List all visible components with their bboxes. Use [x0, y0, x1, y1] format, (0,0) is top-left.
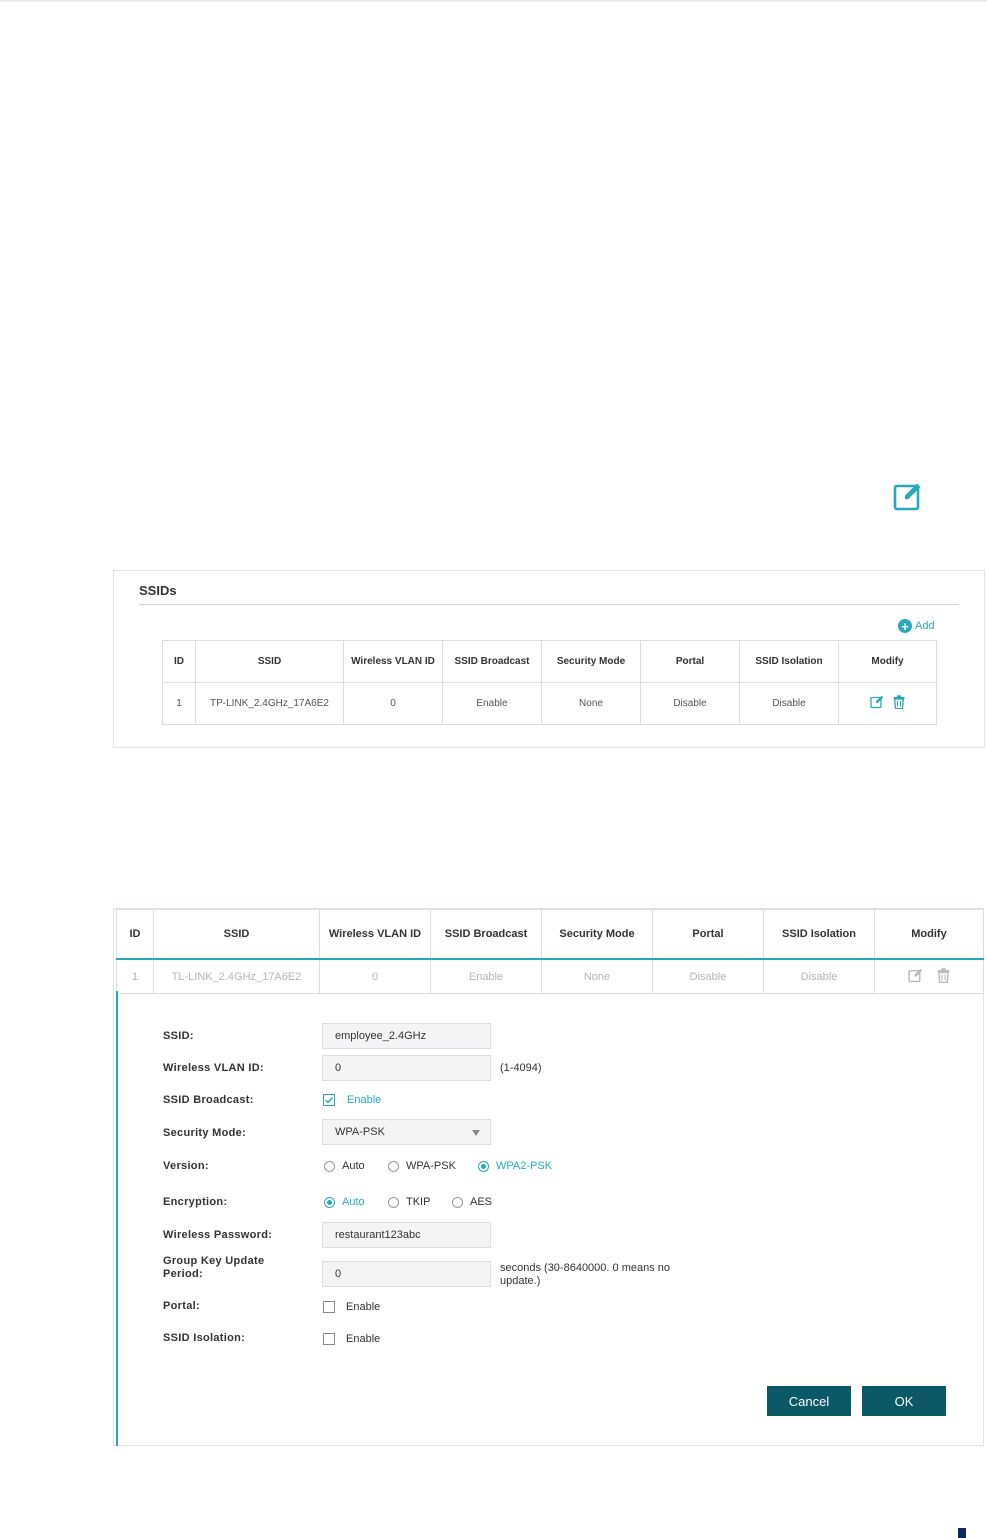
group-key-label-line2: Period: [163, 1268, 203, 1280]
ssid-isolation-label: SSID Isolation: [163, 1332, 246, 1344]
cell-isolation: Disable [739, 682, 839, 725]
portal-option: Enable [346, 1301, 381, 1313]
col-header-isolation: SSID Isolation [739, 640, 839, 683]
trash-icon [937, 967, 950, 986]
group-key-update-period-label: Group Key Update Period: [163, 1255, 264, 1281]
ssid-broadcast-option: Enable [347, 1094, 382, 1106]
ssid-isolation-option: Enable [346, 1333, 381, 1345]
version-radio-auto[interactable] [324, 1161, 335, 1172]
add-label: Add [915, 620, 935, 632]
cell-portal: Disable [640, 682, 740, 725]
encryption-label: Encryption: [163, 1196, 228, 1208]
ssid-input[interactable] [322, 1023, 491, 1049]
cancel-button[interactable]: Cancel [767, 1386, 851, 1416]
table-header-row: ID SSID Wireless VLAN ID SSID Broadcast … [116, 909, 984, 960]
add-ssid-button[interactable]: + Add [898, 618, 935, 634]
cell-vlan: 0 [343, 682, 443, 725]
ssid-table: ID SSID Wireless VLAN ID SSID Broadcast … [116, 909, 984, 994]
title-divider [139, 604, 959, 605]
cell-portal: Disable [652, 958, 764, 994]
wireless-password-input[interactable] [322, 1222, 491, 1248]
security-mode-value: WPA-PSK [335, 1126, 385, 1138]
cell-id: 1 [162, 682, 196, 725]
cell-ssid: TP-LINK_2.4GHz_17A6E2 [195, 682, 344, 725]
group-key-hint-line2: update.) [500, 1275, 541, 1287]
security-mode-label: Security Mode: [163, 1127, 247, 1139]
ssid-isolation-checkbox[interactable] [323, 1333, 335, 1345]
ssid-label: SSID: [163, 1030, 194, 1042]
table-row: 1 TP-LINK_2.4GHz_17A6E2 0 Enable None Di… [162, 682, 937, 725]
col-header-ssid: SSID [153, 909, 320, 960]
group-key-label-line1: Group Key Update [163, 1255, 265, 1267]
ssid-broadcast-label: SSID Broadcast: [163, 1094, 254, 1106]
ok-button[interactable]: OK [862, 1386, 946, 1416]
cell-ssid: TL-LINK_2.4GHz_17A6E2 [153, 958, 320, 994]
checkmark-icon [325, 1097, 333, 1104]
portal-label: Portal: [163, 1300, 200, 1312]
wireless-password-label: Wireless Password: [163, 1229, 273, 1241]
ssid-edit-panel: ID SSID Wireless VLAN ID SSID Broadcast … [113, 908, 984, 1446]
panel-title: SSIDs [139, 583, 177, 598]
top-divider [0, 0, 987, 2]
edit-icon [893, 481, 923, 511]
col-header-id: ID [116, 909, 154, 960]
security-mode-select[interactable]: WPA-PSK [322, 1119, 491, 1145]
col-header-portal: Portal [640, 640, 740, 683]
trash-icon[interactable] [893, 695, 905, 712]
col-header-ssid: SSID [195, 640, 344, 683]
encryption-option-aes: AES [470, 1196, 493, 1208]
cell-broadcast: Enable [442, 682, 542, 725]
ssid-broadcast-checkbox[interactable] [323, 1094, 335, 1106]
table-header-row: ID SSID Wireless VLAN ID SSID Broadcast … [162, 640, 937, 683]
cell-isolation: Disable [763, 958, 875, 994]
cell-vlan: 0 [319, 958, 431, 994]
portal-checkbox[interactable] [323, 1301, 335, 1313]
col-header-modify: Modify [838, 640, 937, 683]
col-header-isolation: SSID Isolation [763, 909, 875, 960]
ssids-panel: SSIDs + Add ID SSID Wireless VLAN ID SSI… [113, 570, 985, 748]
col-header-id: ID [162, 640, 196, 683]
col-header-broadcast: SSID Broadcast [430, 909, 542, 960]
chevron-down-icon [472, 1130, 480, 1136]
ssid-edit-form: SSID: Wireless VLAN ID: (1-4094) SSID Br… [116, 991, 983, 1446]
version-radio-wpa2-psk[interactable] [478, 1161, 489, 1172]
col-header-vlan: Wireless VLAN ID [319, 909, 431, 960]
group-key-period-hint: seconds (30-8640000. 0 means no update.) [500, 1262, 670, 1288]
version-option-wpa-psk: WPA-PSK [406, 1160, 456, 1172]
ssid-table: ID SSID Wireless VLAN ID SSID Broadcast … [162, 640, 937, 725]
page-corner-mark [958, 1528, 966, 1538]
cell-modify [838, 682, 937, 725]
wireless-vlan-id-label: Wireless VLAN ID: [163, 1062, 264, 1074]
vlan-range-hint: (1-4094) [500, 1062, 542, 1074]
edit-icon [908, 968, 923, 986]
encryption-radio-tkip[interactable] [388, 1197, 399, 1208]
wireless-vlan-id-input[interactable] [322, 1055, 491, 1081]
version-radio-wpa-psk[interactable] [388, 1161, 399, 1172]
cell-broadcast: Enable [430, 958, 542, 994]
table-row: 1 TL-LINK_2.4GHz_17A6E2 0 Enable None Di… [116, 958, 984, 994]
cell-id: 1 [116, 958, 154, 994]
encryption-option-tkip: TKIP [406, 1196, 431, 1208]
col-header-portal: Portal [652, 909, 764, 960]
cell-modify [874, 958, 984, 994]
col-header-security: Security Mode [541, 640, 641, 683]
plus-circle-icon: + [898, 619, 912, 633]
col-header-modify: Modify [874, 909, 984, 960]
encryption-radio-auto[interactable] [324, 1197, 335, 1208]
cell-security: None [541, 682, 641, 725]
version-option-wpa2-psk: WPA2-PSK [496, 1160, 553, 1172]
edit-icon[interactable] [870, 695, 884, 712]
encryption-radio-aes[interactable] [452, 1197, 463, 1208]
version-option-auto: Auto [342, 1160, 365, 1172]
cell-security: None [541, 958, 653, 994]
group-key-update-period-input[interactable] [322, 1261, 491, 1287]
col-header-broadcast: SSID Broadcast [442, 640, 542, 683]
encryption-option-auto: Auto [342, 1196, 365, 1208]
group-key-hint-line1: seconds (30-8640000. 0 means no [500, 1262, 671, 1274]
col-header-security: Security Mode [541, 909, 653, 960]
version-label: Version: [163, 1160, 209, 1172]
col-header-vlan: Wireless VLAN ID [343, 640, 443, 683]
